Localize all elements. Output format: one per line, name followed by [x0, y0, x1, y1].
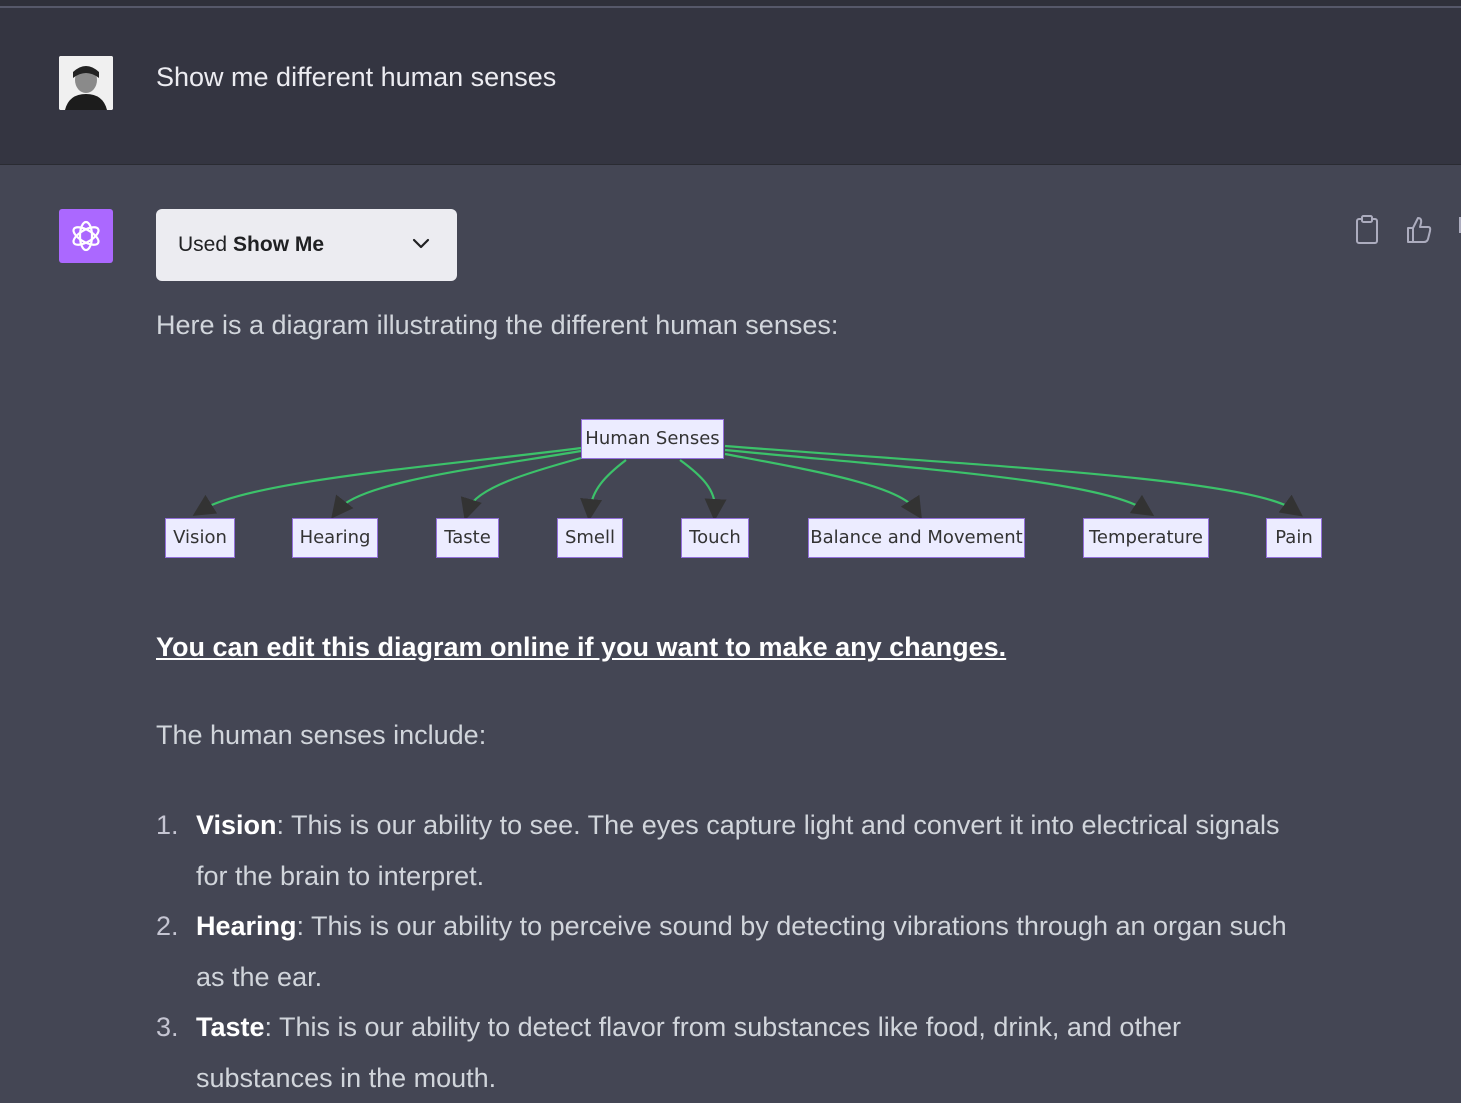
diagram-node-hearing: Hearing [292, 518, 378, 558]
openai-logo-icon [59, 209, 113, 263]
top-border [0, 0, 1461, 8]
plugin-name: Show Me [233, 233, 325, 256]
list-number: 3. [156, 1012, 179, 1042]
list-number: 2. [156, 911, 179, 941]
diagram-node-touch: Touch [681, 518, 749, 558]
sense-name: Taste [196, 1012, 265, 1042]
thumbs-down-icon[interactable] [1456, 214, 1461, 246]
user-message-row: Show me different human senses [0, 8, 1461, 165]
assistant-intro-text: Here is a diagram illustrating the diffe… [156, 310, 839, 340]
diagram-node-vision: Vision [165, 518, 235, 558]
diagram-node-temperature: Temperature [1083, 518, 1209, 558]
diagram-node-balance: Balance and Movement [808, 518, 1025, 558]
sense-name: Vision [196, 810, 277, 840]
plugin-prefix: Used [178, 233, 228, 256]
diagram-node-root: Human Senses [581, 419, 724, 459]
senses-list-intro: The human senses include: [156, 720, 487, 750]
sense-description: : This is our ability to see. The eyes c… [196, 810, 1280, 891]
senses-list: 1. Vision: This is our ability to see. T… [156, 800, 1316, 1103]
diagram-node-pain: Pain [1266, 518, 1322, 558]
edge-smell [580, 459, 627, 521]
diagram-node-smell: Smell [557, 518, 623, 558]
thumbs-up-icon[interactable] [1404, 214, 1434, 246]
user-message-text: Show me different human senses [156, 62, 557, 92]
list-item: 2. Hearing: This is our ability to perce… [156, 901, 1316, 1002]
sense-description: : This is our ability to perceive sound … [196, 911, 1287, 992]
list-number: 1. [156, 810, 179, 840]
edge-balance [724, 452, 922, 520]
sense-name: Hearing [196, 911, 297, 941]
edge-vision [192, 446, 582, 516]
senses-diagram: Human Senses Vision Hearing Taste Smell … [150, 410, 1340, 580]
message-actions [1352, 214, 1461, 246]
edit-diagram-link[interactable]: You can edit this diagram online if you … [156, 632, 1006, 663]
chevron-down-icon [412, 238, 430, 249]
list-item: 3. Taste: This is our ability to detect … [156, 1002, 1316, 1103]
clipboard-icon[interactable] [1352, 214, 1382, 246]
edge-hearing [331, 449, 582, 519]
edge-temperature [724, 448, 1155, 517]
plugin-used-toggle[interactable]: Used Show Me [156, 209, 457, 281]
list-item: 1. Vision: This is our ability to see. T… [156, 800, 1316, 901]
sense-description: : This is our ability to detect flavor f… [196, 1012, 1181, 1093]
edge-touch [679, 459, 727, 521]
diagram-node-taste: Taste [436, 518, 499, 558]
user-avatar [59, 56, 113, 110]
